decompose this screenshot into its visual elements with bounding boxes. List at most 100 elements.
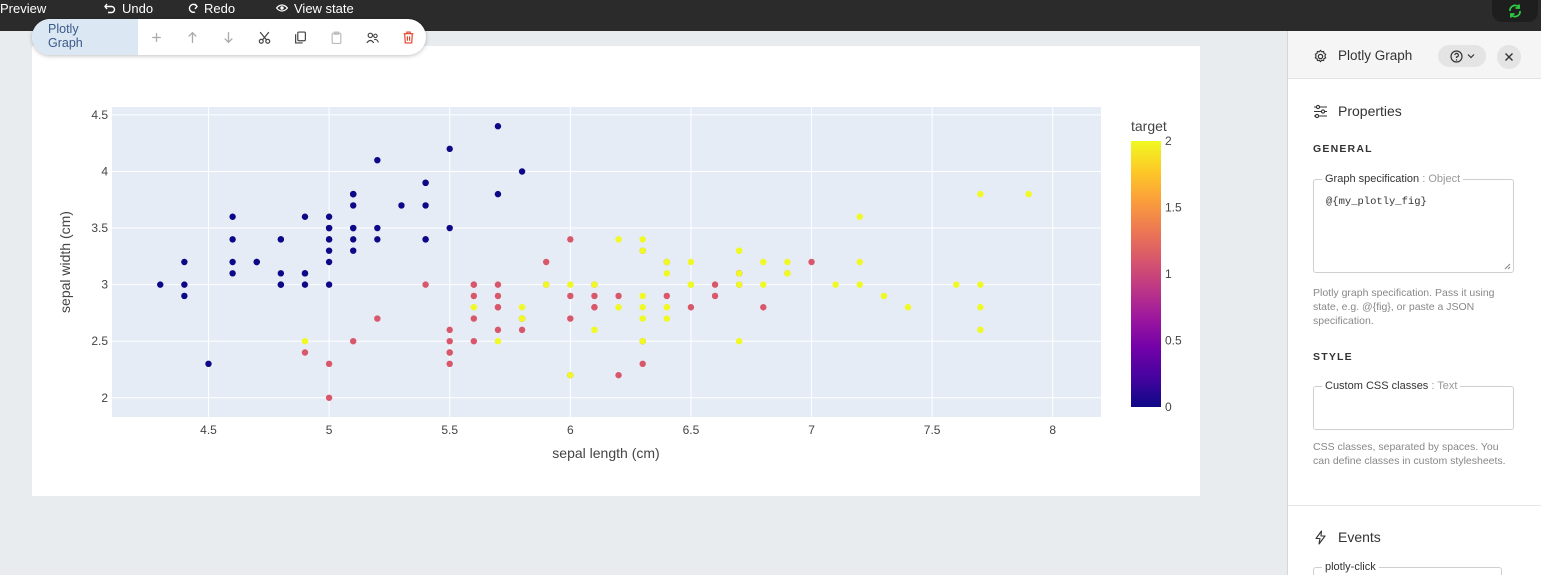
data-point[interactable] (639, 337, 646, 345)
close-button[interactable] (1497, 45, 1521, 69)
data-point[interactable] (784, 258, 791, 266)
data-point[interactable] (229, 213, 236, 220)
data-point[interactable] (205, 360, 212, 368)
data-point[interactable] (591, 326, 598, 334)
data-point[interactable] (856, 258, 863, 266)
data-point[interactable] (615, 236, 622, 243)
data-point[interactable] (494, 304, 502, 311)
data-point[interactable] (229, 258, 236, 266)
data-point[interactable] (422, 236, 429, 243)
data-point[interactable] (615, 371, 622, 379)
data-point[interactable] (325, 281, 333, 288)
data-point[interactable] (977, 190, 984, 198)
data-point[interactable] (350, 190, 357, 198)
data-point[interactable] (229, 270, 236, 277)
resize-handle-icon[interactable] (1503, 262, 1511, 270)
data-point[interactable] (494, 190, 502, 198)
data-point[interactable] (446, 326, 453, 334)
data-point[interactable] (735, 270, 743, 277)
data-point[interactable] (832, 281, 839, 288)
data-point[interactable] (374, 315, 381, 322)
data-point[interactable] (639, 236, 646, 243)
data-point[interactable] (518, 326, 526, 334)
data-point[interactable] (687, 258, 695, 266)
data-point[interactable] (325, 394, 333, 401)
data-point[interactable] (181, 281, 188, 288)
data-point[interactable] (181, 258, 188, 266)
data-point[interactable] (567, 236, 574, 243)
data-point[interactable] (494, 292, 502, 300)
users-button[interactable] (354, 19, 390, 55)
copy-button[interactable] (282, 19, 318, 55)
plotly-click-field[interactable]: plotly-click (1313, 561, 1502, 575)
move-down-button[interactable] (210, 19, 246, 55)
paste-button[interactable] (318, 19, 354, 55)
view-state-button[interactable]: View state (276, 0, 354, 16)
help-dropdown[interactable] (1438, 45, 1486, 67)
data-point[interactable] (591, 292, 598, 300)
data-point[interactable] (567, 292, 574, 300)
data-point[interactable] (639, 292, 646, 300)
data-point[interactable] (542, 281, 550, 288)
data-point[interactable] (494, 326, 502, 334)
data-point[interactable] (808, 258, 815, 266)
data-point[interactable] (470, 315, 478, 322)
data-point[interactable] (350, 202, 357, 209)
cut-button[interactable] (246, 19, 282, 55)
data-point[interactable] (711, 281, 719, 288)
data-point[interactable] (663, 292, 671, 300)
data-point[interactable] (735, 337, 743, 345)
events-section-header[interactable]: Events (1313, 529, 1381, 545)
data-point[interactable] (422, 179, 429, 187)
add-button[interactable] (138, 19, 174, 55)
data-point[interactable] (760, 304, 767, 311)
data-point[interactable] (446, 224, 453, 232)
data-point[interactable] (663, 315, 671, 322)
data-point[interactable] (470, 292, 478, 300)
data-point[interactable] (229, 236, 236, 243)
data-point[interactable] (301, 349, 309, 356)
properties-section-header[interactable]: Properties (1313, 103, 1402, 119)
data-point[interactable] (977, 281, 984, 288)
data-point[interactable] (181, 292, 188, 300)
data-point[interactable] (711, 292, 719, 300)
sync-button[interactable] (1492, 0, 1538, 22)
data-point[interactable] (977, 304, 984, 311)
data-point[interactable] (374, 156, 381, 164)
data-point[interactable] (301, 213, 309, 220)
graph-specification-field[interactable]: Graph specification : Object @{my_plotly… (1313, 173, 1514, 273)
data-point[interactable] (591, 281, 598, 288)
data-point[interactable] (953, 281, 960, 288)
preview-button[interactable]: Preview (0, 0, 46, 16)
data-point[interactable] (277, 236, 285, 243)
data-point[interactable] (350, 337, 357, 345)
data-point[interactable] (856, 213, 863, 220)
data-point[interactable] (639, 304, 646, 311)
redo-button[interactable]: Redo (186, 0, 235, 16)
data-point[interactable] (470, 337, 478, 345)
data-point[interactable] (591, 304, 598, 311)
data-point[interactable] (350, 224, 357, 232)
data-point[interactable] (253, 258, 260, 266)
data-point[interactable] (615, 292, 622, 300)
data-point[interactable] (422, 202, 429, 209)
data-point[interactable] (301, 270, 309, 277)
data-point[interactable] (663, 304, 671, 311)
data-point[interactable] (880, 292, 888, 300)
data-point[interactable] (518, 168, 526, 175)
data-point[interactable] (518, 304, 526, 311)
data-point[interactable] (518, 315, 526, 322)
data-point[interactable] (639, 247, 646, 254)
data-point[interactable] (687, 304, 695, 311)
data-point[interactable] (784, 270, 791, 277)
data-point[interactable] (735, 281, 743, 288)
custom-css-field[interactable]: Custom CSS classes : Text (1313, 380, 1514, 430)
data-point[interactable] (157, 281, 164, 288)
data-point[interactable] (615, 304, 622, 311)
data-point[interactable] (639, 315, 646, 322)
data-point[interactable] (567, 315, 574, 322)
component-name[interactable]: Plotly Graph (32, 19, 138, 55)
data-point[interactable] (663, 258, 671, 266)
data-point[interactable] (301, 337, 309, 345)
undo-button[interactable]: Undo (104, 0, 153, 16)
